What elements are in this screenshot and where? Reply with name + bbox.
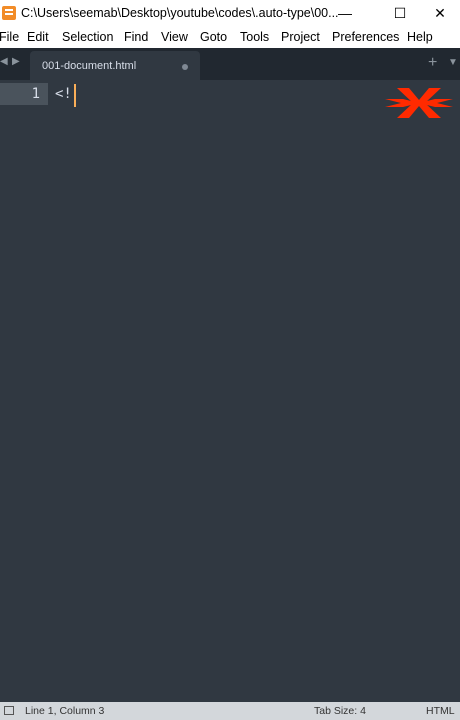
status-bar: Line 1, Column 3 Tab Size: 4 HTML bbox=[0, 702, 460, 720]
tab-nav-left-icon[interactable]: ◀ bbox=[0, 56, 8, 67]
menu-bar: File Edit Selection Find View Goto Tools… bbox=[0, 26, 460, 48]
tab-menu-chevron-down-icon[interactable]: ▼ bbox=[448, 57, 458, 68]
sublime-app-icon bbox=[2, 6, 16, 20]
menu-help[interactable]: Help bbox=[407, 30, 433, 44]
menu-find[interactable]: Find bbox=[124, 30, 148, 44]
new-tab-icon[interactable]: + bbox=[428, 54, 437, 72]
red-x-logo-icon bbox=[385, 88, 453, 118]
line-number: 1 bbox=[31, 86, 40, 102]
text-cursor bbox=[74, 84, 76, 107]
menu-selection[interactable]: Selection bbox=[62, 30, 113, 44]
tab-label: 001-document.html bbox=[42, 59, 137, 72]
menu-tools[interactable]: Tools bbox=[240, 30, 269, 44]
panel-toggle-icon[interactable] bbox=[4, 706, 14, 715]
menu-goto[interactable]: Goto bbox=[200, 30, 227, 44]
close-button[interactable]: ✕ bbox=[417, 0, 460, 26]
code-line[interactable]: <! bbox=[55, 83, 72, 105]
editor-area[interactable]: 1 <! bbox=[0, 80, 460, 702]
tab-bar: ◀ ▶ 001-document.html + ▼ bbox=[0, 48, 460, 80]
tab-nav-right-icon[interactable]: ▶ bbox=[12, 56, 20, 67]
menu-edit[interactable]: Edit bbox=[27, 30, 49, 44]
syntax-indicator[interactable]: HTML bbox=[426, 705, 455, 717]
tab-size-indicator[interactable]: Tab Size: 4 bbox=[314, 705, 366, 717]
window-title: C:\Users\seemab\Desktop\youtube\codes\.a… bbox=[21, 6, 339, 20]
menu-project[interactable]: Project bbox=[281, 30, 320, 44]
cursor-position: Line 1, Column 3 bbox=[25, 705, 105, 717]
title-bar: C:\Users\seemab\Desktop\youtube\codes\.a… bbox=[0, 0, 460, 26]
tab-001-document[interactable]: 001-document.html bbox=[30, 51, 200, 80]
menu-preferences[interactable]: Preferences bbox=[332, 30, 399, 44]
unsaved-dot-icon[interactable] bbox=[182, 64, 188, 70]
minimize-button[interactable]: — bbox=[322, 0, 368, 26]
menu-file[interactable]: File bbox=[0, 30, 19, 44]
menu-view[interactable]: View bbox=[161, 30, 188, 44]
